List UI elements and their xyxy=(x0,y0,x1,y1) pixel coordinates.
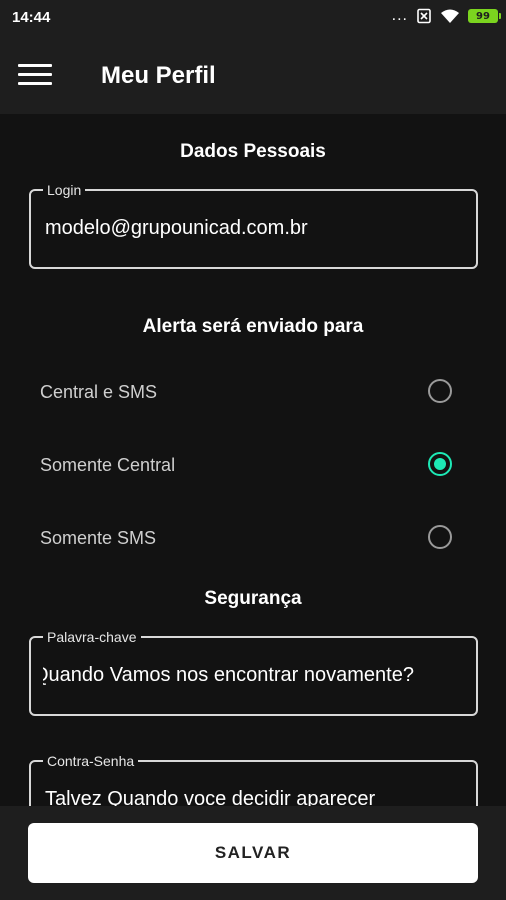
section-title-security: Segurança xyxy=(204,588,302,609)
status-bar: 14:44 ... 99 xyxy=(0,0,506,36)
status-time: 14:44 xyxy=(12,9,51,26)
sim-none-icon xyxy=(417,8,431,24)
keyword-field[interactable]: Palavra-chave Quando Vamos nos encontrar… xyxy=(29,628,478,716)
radio-button-icon[interactable] xyxy=(428,379,452,403)
login-label: Login xyxy=(43,181,86,199)
app-bar: Meu Perfil xyxy=(0,36,506,114)
more-dots-icon: ... xyxy=(391,7,408,24)
radio-label: Central e SMS xyxy=(40,382,158,402)
section-title-personal: Dados Pessoais xyxy=(180,141,326,162)
battery-icon: 99 xyxy=(468,9,501,23)
radio-label: Somente SMS xyxy=(40,528,157,548)
hamburger-menu-icon[interactable] xyxy=(18,64,52,88)
keyword-value: Quando Vamos nos encontrar novamente? xyxy=(43,664,414,686)
login-input[interactable]: modelo@grupounicad.com.br xyxy=(45,217,466,240)
radio-button-checked-icon[interactable] xyxy=(428,452,452,476)
login-field[interactable]: Login modelo@grupounicad.com.br xyxy=(29,181,478,269)
keyword-label: Palavra-chave xyxy=(43,628,141,646)
radio-button-icon[interactable] xyxy=(428,525,452,549)
radio-label: Somente Central xyxy=(40,455,176,475)
battery-level: 99 xyxy=(476,10,490,22)
status-icons: ... 99 xyxy=(391,7,501,24)
bottom-bar: SALVAR xyxy=(0,806,506,900)
keyword-input[interactable]: Quando Vamos nos encontrar novamente? xyxy=(43,664,466,687)
countersign-label: Contra-Senha xyxy=(43,752,139,770)
radio-option-central-sms[interactable]: Central e SMS xyxy=(0,370,506,416)
radio-option-central-only[interactable]: Somente Central xyxy=(0,443,506,489)
radio-option-sms-only[interactable]: Somente SMS xyxy=(0,516,506,562)
save-button[interactable]: SALVAR xyxy=(28,823,478,883)
page-title: Meu Perfil xyxy=(101,62,216,89)
section-title-alert: Alerta será enviado para xyxy=(142,316,364,337)
wifi-icon xyxy=(441,9,459,23)
profile-screen: 14:44 ... 99 Meu Perfil Dados Pessoais L… xyxy=(0,0,506,900)
